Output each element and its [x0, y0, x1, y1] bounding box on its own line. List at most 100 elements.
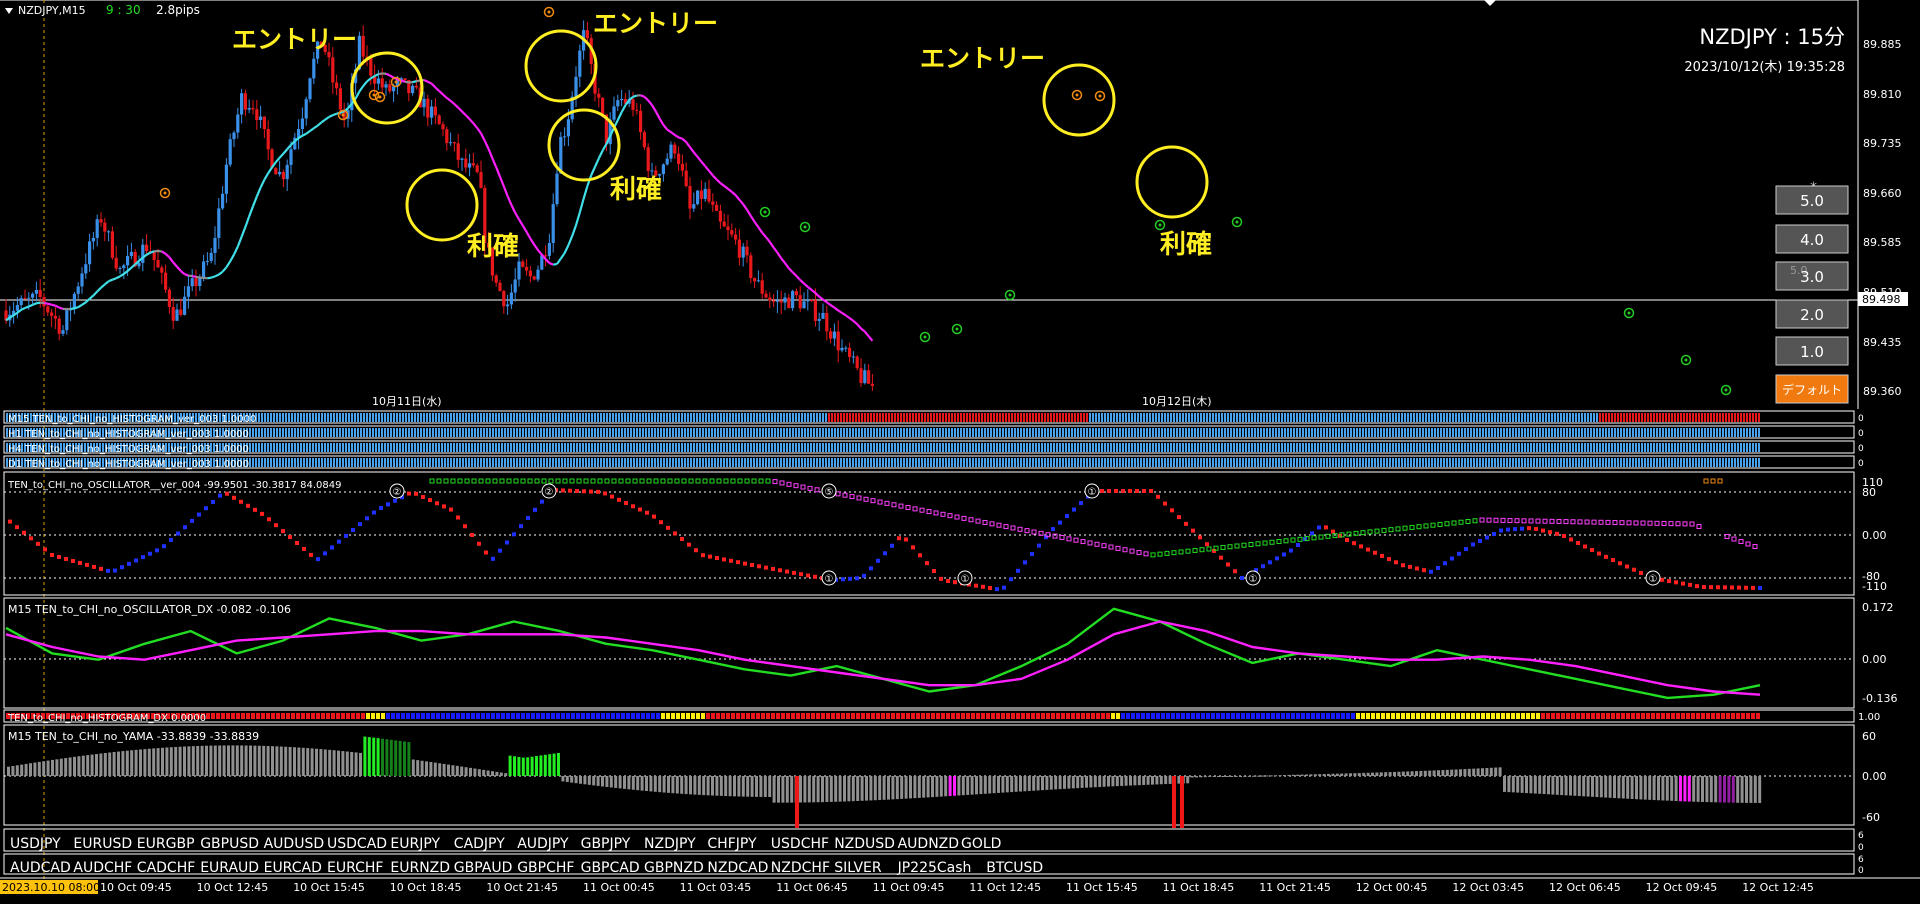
symbol-button-audusd[interactable]: AUDUSD	[264, 836, 325, 852]
histogram-cell	[891, 413, 893, 422]
yama-bar	[816, 776, 820, 803]
yama-bar	[482, 769, 486, 776]
histogram-cell	[765, 443, 767, 452]
histogram-cell	[351, 443, 353, 452]
oscillator-dot	[1527, 526, 1531, 531]
histogram-cell	[1014, 443, 1016, 452]
histogram-cell	[1614, 443, 1616, 452]
symbol-button-eurcad[interactable]: EURCAD	[264, 860, 322, 876]
histogram-cell	[1353, 443, 1355, 452]
candle-body	[376, 78, 380, 84]
histogram-cell	[600, 413, 602, 422]
oscillator-dot	[1492, 532, 1496, 536]
symbol-button-usdjpy[interactable]: USDJPY	[10, 836, 61, 852]
histogram-cell	[399, 458, 401, 467]
symbol-button-usdchf[interactable]: USDCHF	[771, 836, 829, 852]
histogram-cell	[483, 443, 485, 452]
ma-segment	[385, 72, 391, 77]
oscillator-dot	[750, 563, 754, 567]
symbol-button-gbpusd[interactable]: GBPUSD	[200, 836, 259, 852]
histogram-cell	[717, 413, 719, 422]
yama-bar	[1063, 776, 1066, 789]
yama-bar	[73, 756, 76, 776]
yama-bar	[856, 776, 860, 802]
symbol-button-nzdchf[interactable]: NZDCHF	[771, 860, 830, 876]
histogram-cell	[1206, 413, 1208, 422]
symbol-button-gbpcad[interactable]: GBPCAD	[581, 860, 640, 876]
symbol-button-audcad[interactable]: AUDCAD	[10, 860, 71, 876]
histogram-cell	[1509, 443, 1511, 452]
histogram-cell	[747, 428, 749, 437]
histogram-cell	[1641, 413, 1643, 422]
yama-bar	[341, 751, 345, 776]
symbol-button-audnzd[interactable]: AUDNZD	[898, 836, 959, 852]
histogram-cell	[1236, 428, 1238, 437]
histogram-cell	[528, 443, 530, 452]
symbol-button-gbpchf[interactable]: GBPCHF	[517, 860, 574, 876]
symbol-button-gbpjpy[interactable]: GBPJPY	[581, 836, 631, 852]
symbol-button-eurchf[interactable]: EURCHF	[327, 860, 383, 876]
histogram-dx-cell	[1051, 713, 1055, 719]
symbol-button-jp225cash[interactable]: JP225Cash	[897, 860, 972, 876]
histogram-cell	[1299, 443, 1301, 452]
symbol-button-gbpaud[interactable]: GBPAUD	[454, 860, 513, 876]
histogram-cell	[1044, 443, 1046, 452]
histogram-cell	[1500, 413, 1502, 422]
mt4-chart-window[interactable]: NZDJPY,M15 9 : 30 2.8pips NZDJPY : 15分 2…	[0, 0, 1920, 904]
histogram-cell	[1521, 428, 1523, 437]
symbol-button-eurnzd[interactable]: EURNZD	[390, 860, 450, 876]
symbol-button-audjpy[interactable]: AUDJPY	[517, 836, 569, 852]
oscillator-dot	[1002, 585, 1006, 590]
histogram-cell	[1749, 413, 1751, 422]
histogram-cell	[339, 458, 341, 467]
symbol-button-euraud[interactable]: EURAUD	[200, 860, 259, 876]
histogram-cell	[309, 428, 311, 437]
symbol-button-cadjpy[interactable]: CADJPY	[454, 836, 505, 852]
symbol-button-chfjpy[interactable]: CHFJPY	[707, 836, 757, 852]
symbol-button-cadchf[interactable]: CADCHF	[137, 860, 196, 876]
candle-body	[137, 262, 141, 267]
histogram-cell	[1476, 443, 1478, 452]
histogram-cell	[1353, 413, 1355, 422]
symbol-button-eurjpy[interactable]: EURJPY	[390, 836, 440, 852]
histogram-cell	[435, 413, 437, 422]
histogram-cell	[1293, 458, 1295, 467]
yama-bar	[843, 776, 846, 802]
histogram-cell	[984, 458, 986, 467]
symbol-button-eurgbp[interactable]: EURGBP	[137, 836, 195, 852]
yama-bar	[1604, 776, 1608, 798]
histogram-dx-cell	[866, 713, 870, 719]
histogram-cell	[720, 413, 722, 422]
symbol-button-audchf[interactable]: AUDCHF	[73, 860, 132, 876]
symbol-button-nzdjpy[interactable]: NZDJPY	[644, 836, 696, 852]
yama-bar	[178, 746, 182, 776]
candle-body	[57, 318, 61, 334]
histogram-dx-cell	[1676, 713, 1680, 719]
symbol-button-nzdusd[interactable]: NZDUSD	[834, 836, 895, 852]
symbol-button-nzdcad[interactable]: NZDCAD	[707, 860, 768, 876]
histogram-cell	[1623, 413, 1625, 422]
histogram-cell	[609, 443, 611, 452]
symbol-button-gold[interactable]: GOLD	[961, 836, 1001, 852]
histogram-cell	[438, 443, 440, 452]
symbol-button-eurusd[interactable]: EURUSD	[73, 836, 132, 852]
symbol-button-silver[interactable]: SILVER	[834, 860, 882, 876]
histogram-dx-cell	[616, 713, 620, 719]
histogram-cell	[708, 443, 710, 452]
histogram-cell	[1350, 413, 1352, 422]
histogram-cell	[1644, 458, 1646, 467]
yama-bar	[425, 761, 428, 776]
symbol-button-gbpnzd[interactable]: GBPNZD	[644, 860, 704, 876]
histogram-cell	[825, 458, 827, 467]
candle-body	[65, 310, 69, 331]
histogram-cell	[1716, 443, 1718, 452]
mtf-histogram-panel[interactable]: M15 TEN_to_CHI_no_HISTOGRAM_ver_003 1.00…	[3, 410, 1864, 470]
symbol-button-btcusd[interactable]: BTCUSD	[986, 860, 1043, 876]
symbol-button-usdcad[interactable]: USDCAD	[327, 836, 387, 852]
histogram-cell	[252, 428, 254, 437]
oscillator-dot	[1310, 531, 1314, 536]
histogram-cell	[1035, 428, 1037, 437]
yama-bar	[1428, 770, 1432, 776]
yama-bar	[1692, 776, 1696, 802]
histogram-cell	[273, 458, 275, 467]
